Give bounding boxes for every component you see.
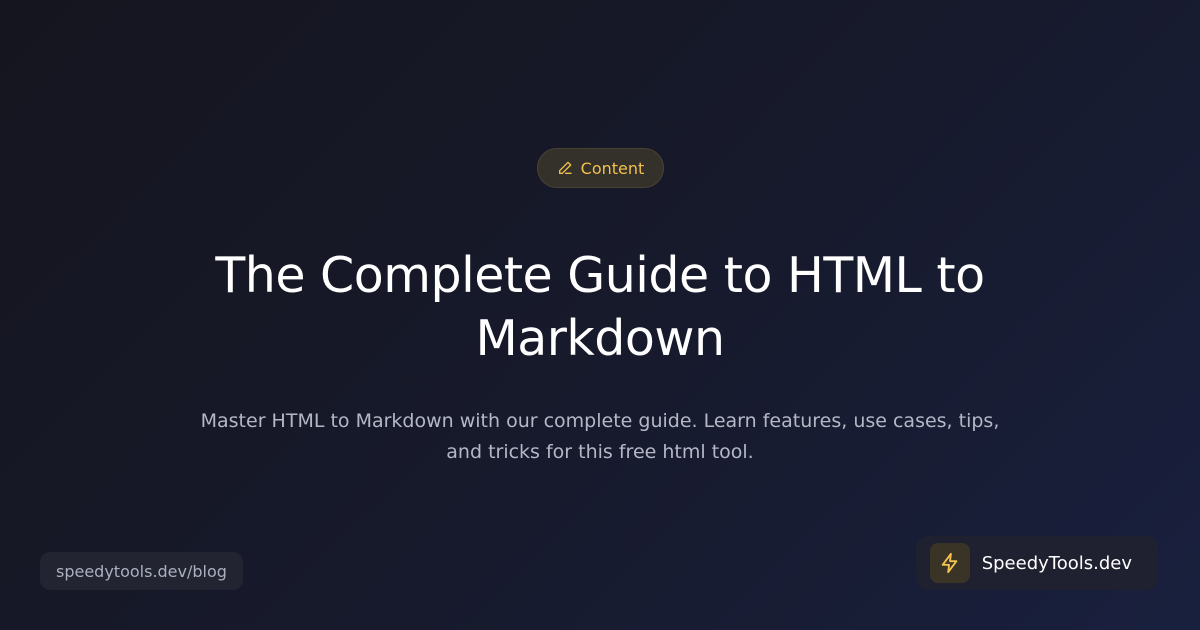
brand-badge: SpeedyTools.dev	[915, 536, 1158, 590]
category-label: Content	[580, 158, 645, 178]
page-title: The Complete Guide to HTML to Markdown	[215, 247, 985, 367]
site-url: speedytools.dev/blog	[56, 561, 227, 581]
category-badge: Content	[537, 148, 664, 188]
brand-name: SpeedyTools.dev	[981, 552, 1132, 574]
page-subtitle: Master HTML to Markdown with our complet…	[200, 410, 1000, 463]
pencil-icon	[557, 160, 573, 176]
lightning-bolt-icon	[929, 543, 970, 583]
og-image-card: Content The Complete Guide to HTML to Ma…	[0, 0, 1200, 630]
site-url-badge: speedytools.dev/blog	[40, 552, 243, 590]
